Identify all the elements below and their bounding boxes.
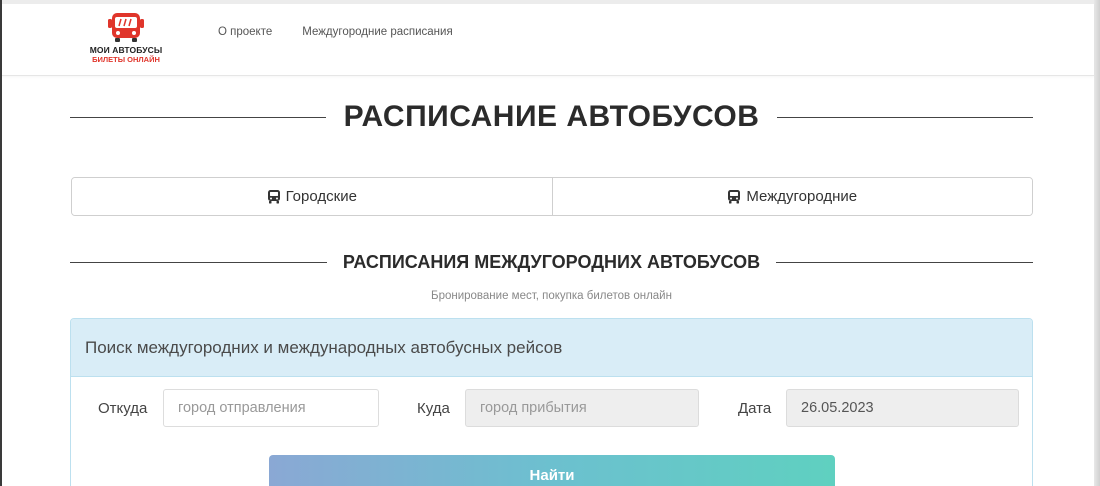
bus-logo-icon bbox=[108, 13, 144, 42]
search-button[interactable]: Найти bbox=[269, 455, 835, 486]
site-logo[interactable]: МОИ АВТОБУСЫ БИЛЕТЫ ОНЛАЙН bbox=[88, 10, 164, 70]
section-subtitle: Бронирование мест, покупка билетов онлай… bbox=[431, 290, 672, 302]
logo-tagline: БИЛЕТЫ ОНЛАЙН bbox=[92, 55, 160, 64]
date-input[interactable]: 26.05.2023 bbox=[786, 389, 1019, 427]
main-nav: О проекте Междугородние расписания bbox=[218, 26, 453, 38]
schedule-type-tabs: Городские Междугородние bbox=[71, 177, 1033, 216]
logo-title: МОИ АВТОБУСЫ bbox=[89, 45, 163, 55]
date-label: Дата bbox=[738, 400, 772, 417]
bus-icon bbox=[267, 190, 280, 204]
page-title: РАСПИСАНИЕ АВТОБУСОВ bbox=[343, 100, 760, 133]
section-title: РАСПИСАНИЯ МЕЖДУГОРОДНИХ АВТОБУСОВ bbox=[342, 252, 761, 272]
site-header: МОИ АВТОБУСЫ БИЛЕТЫ ОНЛАЙН О проекте Меж… bbox=[2, 4, 1094, 76]
search-panel-heading: Поиск междугородних и международных авто… bbox=[71, 319, 1032, 377]
section-rule-right bbox=[776, 262, 1033, 263]
from-input[interactable]: город отправления bbox=[163, 389, 379, 427]
section-rule-left bbox=[70, 262, 327, 263]
tab-city[interactable]: Городские bbox=[72, 178, 552, 215]
tab-intercity-label: Междугородние bbox=[746, 188, 858, 205]
bus-icon bbox=[728, 190, 741, 204]
tab-city-label: Городские bbox=[285, 188, 357, 205]
section-title-row: РАСПИСАНИЯ МЕЖДУГОРОДНИХ АВТОБУСОВ bbox=[70, 252, 1033, 273]
window-right-scroll-edge bbox=[1094, 0, 1100, 486]
title-rule-left bbox=[70, 116, 326, 118]
to-label: Куда bbox=[417, 400, 450, 417]
nav-about[interactable]: О проекте bbox=[218, 26, 272, 38]
title-rule-right bbox=[777, 116, 1034, 118]
page-title-row: РАСПИСАНИЕ АВТОБУСОВ bbox=[70, 100, 1034, 134]
to-input[interactable]: город прибытия bbox=[465, 389, 699, 427]
from-label: Откуда bbox=[98, 400, 148, 417]
tab-intercity[interactable]: Междугородние bbox=[551, 178, 1032, 215]
nav-intercity-schedules[interactable]: Междугородние расписания bbox=[302, 26, 452, 38]
